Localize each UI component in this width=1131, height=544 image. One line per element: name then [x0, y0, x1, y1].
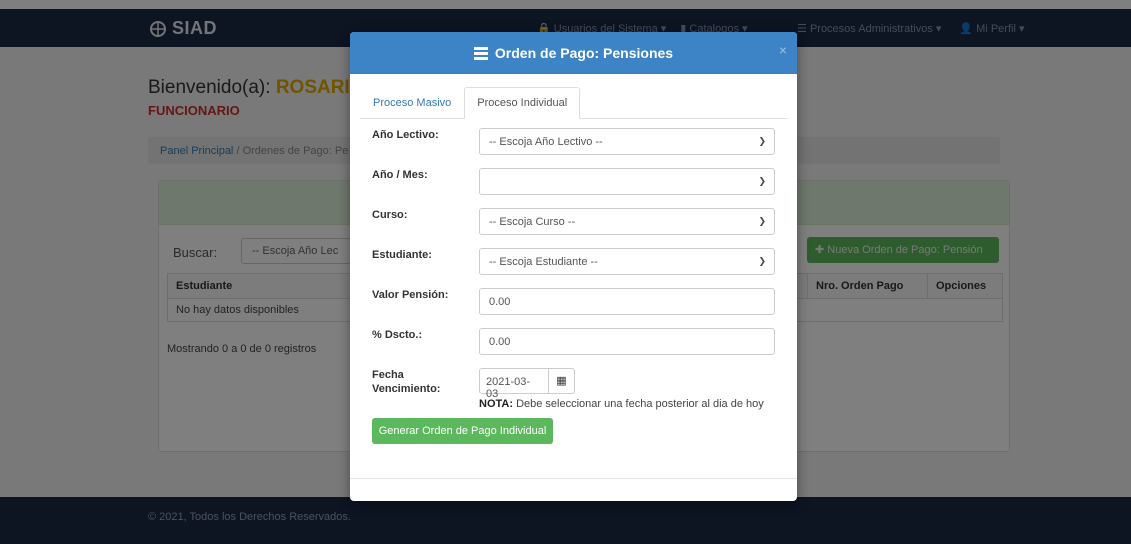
descuento-input[interactable]: 0.00 [479, 328, 775, 355]
tab-proceso-individual[interactable]: Proceso Individual [464, 87, 581, 119]
chevron-down-icon: ❯ [758, 176, 766, 186]
field-label: Año Lectivo: [372, 129, 439, 141]
field-label: % Dscto.: [372, 329, 423, 341]
field-label: Curso: [372, 209, 408, 221]
chevron-down-icon: ❯ [758, 256, 766, 266]
tab-proceso-masivo[interactable]: Proceso Masivo [360, 87, 464, 118]
curso-select[interactable]: -- Escoja Curso -- ❯ [479, 208, 775, 235]
field-label: Año / Mes: [372, 169, 428, 181]
fecha-vencimiento-input[interactable]: 2021-03-03 [479, 368, 549, 400]
modal-title: Orden de Pago: Pensiones [494, 45, 674, 61]
anio-mes-select[interactable]: ❯ [479, 168, 775, 195]
chevron-down-icon: ❯ [758, 136, 766, 146]
form-icon [473, 46, 488, 60]
field-label: Estudiante: [372, 249, 432, 261]
modal-header: Orden de Pago: Pensiones × [350, 32, 797, 74]
date-note: NOTA: Debe seleccionar una fecha posteri… [479, 398, 764, 410]
field-label: Fecha Vencimiento: [372, 369, 441, 395]
estudiante-select[interactable]: -- Escoja Estudiante -- ❯ [479, 248, 775, 275]
valor-pension-input[interactable]: 0.00 [479, 288, 775, 315]
modal-tabs: Proceso Masivo Proceso Individual [360, 87, 787, 119]
close-icon[interactable]: × [779, 42, 787, 58]
modal-footer-divider [350, 478, 797, 479]
field-label: Valor Pensión: [372, 289, 449, 301]
generate-order-button[interactable]: Generar Orden de Pago Individual [372, 418, 553, 444]
calendar-icon[interactable]: ▦ [549, 368, 575, 394]
anio-lectivo-select[interactable]: -- Escoja Año Lectivo -- ❯ [479, 128, 775, 155]
payment-order-modal: Orden de Pago: Pensiones × Proceso Masiv… [350, 32, 797, 501]
chevron-down-icon: ❯ [758, 216, 766, 226]
